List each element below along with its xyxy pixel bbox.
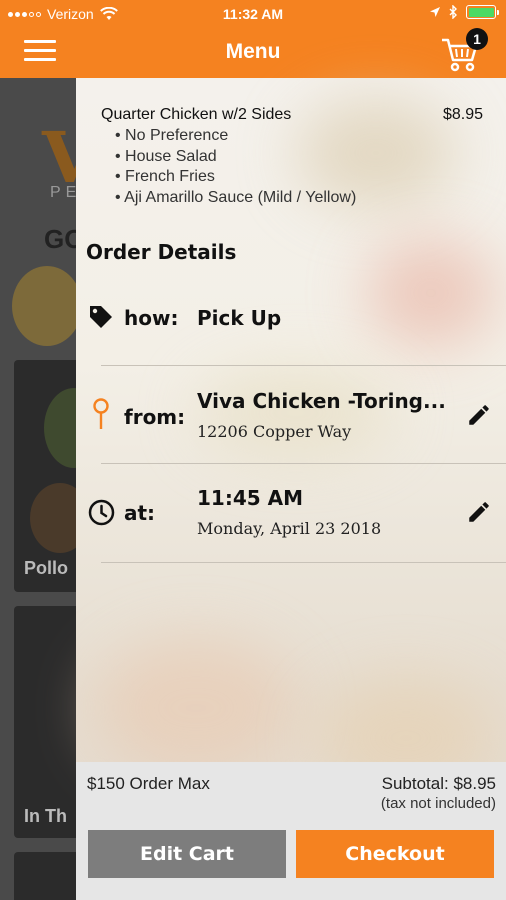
tag-icon bbox=[90, 306, 112, 328]
divider bbox=[101, 365, 506, 366]
cart-item-name: Quarter Chicken w/2 Sides bbox=[101, 106, 292, 123]
background-heading: GO bbox=[44, 224, 80, 254]
edit-time-pencil-icon[interactable] bbox=[466, 499, 492, 525]
at-date: Monday, April 23 2018 bbox=[197, 519, 382, 538]
order-details-heading: Order Details bbox=[86, 240, 237, 264]
modifier-item: Aji Amarillo Sauce (Mild / Yellow) bbox=[115, 188, 356, 209]
tax-note: (tax not included) bbox=[380, 795, 496, 812]
order-time-row[interactable]: at: 11:45 AM Monday, April 23 2018 bbox=[76, 480, 506, 560]
cart-count-badge: 1 bbox=[466, 28, 488, 50]
order-max-text: $150 Order Max bbox=[87, 774, 210, 793]
at-label: at: bbox=[124, 501, 156, 525]
background-food-image bbox=[12, 266, 80, 346]
divider bbox=[101, 463, 506, 464]
order-method-row[interactable]: how: Pick Up bbox=[76, 300, 506, 360]
background-card-label: Pollo bbox=[24, 558, 68, 578]
location-arrow-icon bbox=[430, 7, 440, 17]
edit-cart-button[interactable]: Edit Cart bbox=[88, 830, 286, 878]
order-location-row[interactable]: from: Viva Chicken -Toring... 12206 Copp… bbox=[76, 382, 506, 462]
at-time: 11:45 AM bbox=[197, 486, 304, 510]
cart-item-price: $8.95 bbox=[442, 106, 483, 123]
from-value: Viva Chicken -Toring... bbox=[197, 389, 446, 413]
how-label: how: bbox=[124, 306, 179, 330]
cart-button[interactable]: 1 bbox=[440, 28, 488, 72]
checkout-button[interactable]: Checkout bbox=[296, 830, 494, 878]
bluetooth-icon bbox=[449, 5, 457, 19]
cart-item-modifiers: No Preference House Salad French Fries A… bbox=[115, 126, 356, 208]
nav-title: Menu bbox=[225, 40, 281, 63]
location-pin-icon bbox=[93, 398, 109, 429]
battery-icon bbox=[466, 5, 499, 19]
subtotal-text: Subtotal: $8.95 bbox=[381, 774, 496, 793]
modifier-item: French Fries bbox=[115, 167, 356, 188]
background-menu-card[interactable] bbox=[14, 852, 80, 900]
modifier-item: No Preference bbox=[115, 126, 356, 147]
background-card-label: In Th bbox=[24, 806, 67, 826]
status-bar: Verizon 11:32 AM bbox=[0, 0, 506, 28]
divider bbox=[101, 562, 506, 563]
edit-location-pencil-icon[interactable] bbox=[466, 402, 492, 428]
modifier-item: House Salad bbox=[115, 147, 356, 168]
top-bar: Verizon 11:32 AM Menu 1 bbox=[0, 0, 506, 78]
cart-footer: $150 Order Max Subtotal: $8.95 (tax not … bbox=[76, 762, 506, 900]
clock-icon bbox=[88, 499, 115, 526]
from-address: 12206 Copper Way bbox=[197, 422, 352, 441]
background-menu-card[interactable] bbox=[14, 606, 80, 838]
how-value: Pick Up bbox=[197, 306, 282, 330]
from-label: from: bbox=[124, 405, 186, 429]
background-menu-page: V PE GO Pollo In Th bbox=[0, 78, 80, 900]
